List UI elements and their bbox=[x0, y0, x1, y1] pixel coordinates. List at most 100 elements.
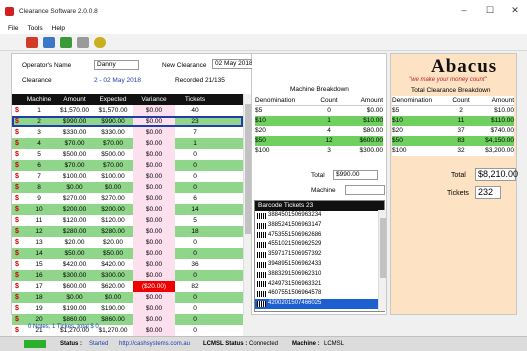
cell-denomination: $100 bbox=[255, 147, 270, 154]
menu-file[interactable]: File bbox=[8, 25, 18, 32]
col-variance[interactable]: Variance bbox=[133, 94, 175, 105]
barcode-item[interactable]: 3948951506962433 bbox=[255, 260, 384, 270]
barcode-item[interactable]: 4753551506962686 bbox=[255, 231, 384, 241]
menu-tools[interactable]: Tools bbox=[27, 25, 42, 32]
cell-expected: $270.00 bbox=[101, 195, 125, 202]
cell-variance: $0.00 bbox=[133, 171, 175, 182]
notes-summary: 0 Notes, 1 Tickes, total $ 0 bbox=[28, 324, 99, 330]
cell-amount: $300.00 bbox=[62, 272, 87, 279]
table-row[interactable]: $15 $420.00 $420.00 $0.00 36 bbox=[12, 259, 243, 270]
cell-amount: $20.00 bbox=[64, 239, 85, 246]
cell-amount: $0.00 bbox=[366, 107, 383, 114]
cell-variance: $0.00 bbox=[133, 303, 175, 314]
table-row[interactable]: $5 $500.00 $500.00 $0.00 0 bbox=[12, 149, 243, 160]
cell-count: 0 bbox=[327, 107, 331, 114]
cell-variance: ($20.00) bbox=[133, 281, 175, 292]
cell-tickets: 0 bbox=[193, 184, 197, 191]
cell-denomination: $5 bbox=[392, 107, 400, 114]
breakdown-row: $10 1 $10.00 bbox=[255, 116, 383, 126]
barcode-item[interactable]: 4249731506963321 bbox=[255, 280, 384, 290]
table-row[interactable]: $12 $280.00 $280.00 $0.00 18 bbox=[12, 226, 243, 237]
recorded-count: Recorded 21/135 bbox=[175, 77, 225, 84]
close-button[interactable]: ✕ bbox=[503, 3, 527, 17]
cell-amount: $4,150.00 bbox=[485, 137, 514, 144]
status-url[interactable]: http://cashsystems.com.au bbox=[119, 337, 190, 351]
list-icon[interactable] bbox=[43, 36, 55, 48]
cell-variance: $0.00 bbox=[133, 127, 175, 138]
barcode-item[interactable]: 3597171506957392 bbox=[255, 250, 384, 260]
col-amount[interactable]: Amount bbox=[56, 94, 93, 105]
app-icon bbox=[5, 6, 14, 16]
table-row[interactable]: $8 $0.00 $0.00 $0.00 0 bbox=[12, 182, 243, 193]
table-row[interactable]: $6 $70.00 $70.00 $0.00 0 bbox=[12, 160, 243, 171]
cell-denomination: $10 bbox=[255, 117, 266, 124]
table-row[interactable]: $4 $70.00 $70.00 $0.00 1 bbox=[12, 138, 243, 149]
cell-denomination: $50 bbox=[392, 137, 403, 144]
table-row[interactable]: $3 $330.00 $330.00 $0.00 7 bbox=[12, 127, 243, 138]
cell-variance: $0.00 bbox=[133, 116, 175, 127]
maximize-button[interactable]: ☐ bbox=[478, 3, 502, 17]
table-row[interactable]: $1 $1,570.00 $1,570.00 $0.00 40 bbox=[12, 105, 243, 116]
abacus-logo: Abacus bbox=[431, 56, 498, 77]
table-row[interactable]: $13 $20.00 $20.00 $0.00 0 bbox=[12, 237, 243, 248]
cell-machine-no: 2 bbox=[37, 118, 41, 125]
cell-tickets: 0 bbox=[193, 272, 197, 279]
barcode-number: 3597171506957392 bbox=[268, 251, 322, 258]
cash-icon: $ bbox=[15, 294, 19, 301]
barcode-item[interactable]: 4607551506964578 bbox=[255, 289, 384, 299]
grid-scrollbar[interactable] bbox=[243, 94, 251, 315]
table-row[interactable]: $17 $600.00 $620.00 ($20.00) 82 bbox=[12, 281, 243, 292]
table-row[interactable]: $7 $100.00 $100.00 $0.00 0 bbox=[12, 171, 243, 182]
tb-tickets-label: Tickets bbox=[447, 190, 469, 197]
clock-icon[interactable] bbox=[94, 36, 106, 48]
barcode-item[interactable]: 3884501506963234 bbox=[255, 211, 384, 221]
col-tickets[interactable]: Tickets bbox=[175, 94, 215, 105]
barcode-scroll-thumb[interactable] bbox=[380, 218, 386, 278]
barcode-number: 3884501506963234 bbox=[268, 212, 322, 218]
mb-machine-input[interactable] bbox=[345, 185, 385, 195]
breakdown-row: $5 2 $10.00 bbox=[392, 106, 514, 116]
minimize-button[interactable]: – bbox=[452, 3, 476, 17]
cell-amount: $70.00 bbox=[64, 162, 85, 169]
cell-denomination: $100 bbox=[392, 147, 407, 154]
cell-amount: $300.00 bbox=[359, 147, 384, 154]
grid-scroll-thumb[interactable] bbox=[245, 104, 251, 234]
new-icon[interactable] bbox=[26, 36, 38, 48]
cell-count: 2 bbox=[459, 107, 463, 114]
table-row[interactable]: $10 $200.00 $200.00 $0.00 14 bbox=[12, 204, 243, 215]
cell-expected: $1,270.00 bbox=[98, 327, 128, 334]
table-row[interactable]: $2 $990.00 $990.00 $0.00 23 bbox=[12, 116, 243, 127]
table-row[interactable]: $14 $50.00 $50.00 $0.00 0 bbox=[12, 248, 243, 259]
cell-amount: $500.00 bbox=[62, 151, 87, 158]
cell-expected: $20.00 bbox=[103, 239, 123, 246]
table-row[interactable]: $18 $0.00 $0.00 $0.00 0 bbox=[12, 292, 243, 303]
cell-machine-no: 9 bbox=[37, 195, 41, 202]
cell-variance: $0.00 bbox=[133, 325, 175, 336]
col-machine-no[interactable]: Machine No bbox=[22, 94, 56, 114]
operator-input[interactable]: Danny bbox=[94, 60, 139, 70]
barcode-item[interactable]: 3883291506962310 bbox=[255, 270, 384, 280]
cell-machine-no: 3 bbox=[37, 129, 41, 136]
cell-tickets: 23 bbox=[191, 118, 199, 125]
tb-tickets-field: 232 bbox=[475, 186, 501, 199]
cell-tickets: 0 bbox=[193, 250, 197, 257]
barcode-item[interactable]: 3885241506963147 bbox=[255, 221, 384, 231]
barcode-item[interactable]: 4551021506962529 bbox=[255, 240, 384, 250]
table-row[interactable]: $16 $300.00 $300.00 $0.00 0 bbox=[12, 270, 243, 281]
table-row[interactable]: $19 $190.00 $190.00 $0.00 0 bbox=[12, 303, 243, 314]
col-expected[interactable]: Expected bbox=[93, 94, 133, 105]
breakdown-row: $5 0 $0.00 bbox=[255, 106, 383, 116]
cell-expected: $70.00 bbox=[103, 140, 123, 147]
barcode-item[interactable]: 4200201507466025 bbox=[255, 299, 384, 309]
table-row[interactable]: $11 $120.00 $120.00 $0.00 5 bbox=[12, 215, 243, 226]
menu-help[interactable]: Help bbox=[52, 25, 65, 32]
cell-amount: $3,200.00 bbox=[485, 147, 514, 154]
barcode-icon bbox=[257, 232, 266, 239]
delete-icon[interactable] bbox=[77, 36, 89, 48]
cell-expected: $330.00 bbox=[101, 129, 125, 136]
table-row[interactable]: $9 $270.00 $270.00 $0.00 6 bbox=[12, 193, 243, 204]
cell-count: 83 bbox=[457, 137, 465, 144]
barcode-icon bbox=[257, 242, 266, 249]
print-icon[interactable] bbox=[60, 36, 72, 48]
barcode-scrollbar[interactable] bbox=[378, 210, 386, 311]
